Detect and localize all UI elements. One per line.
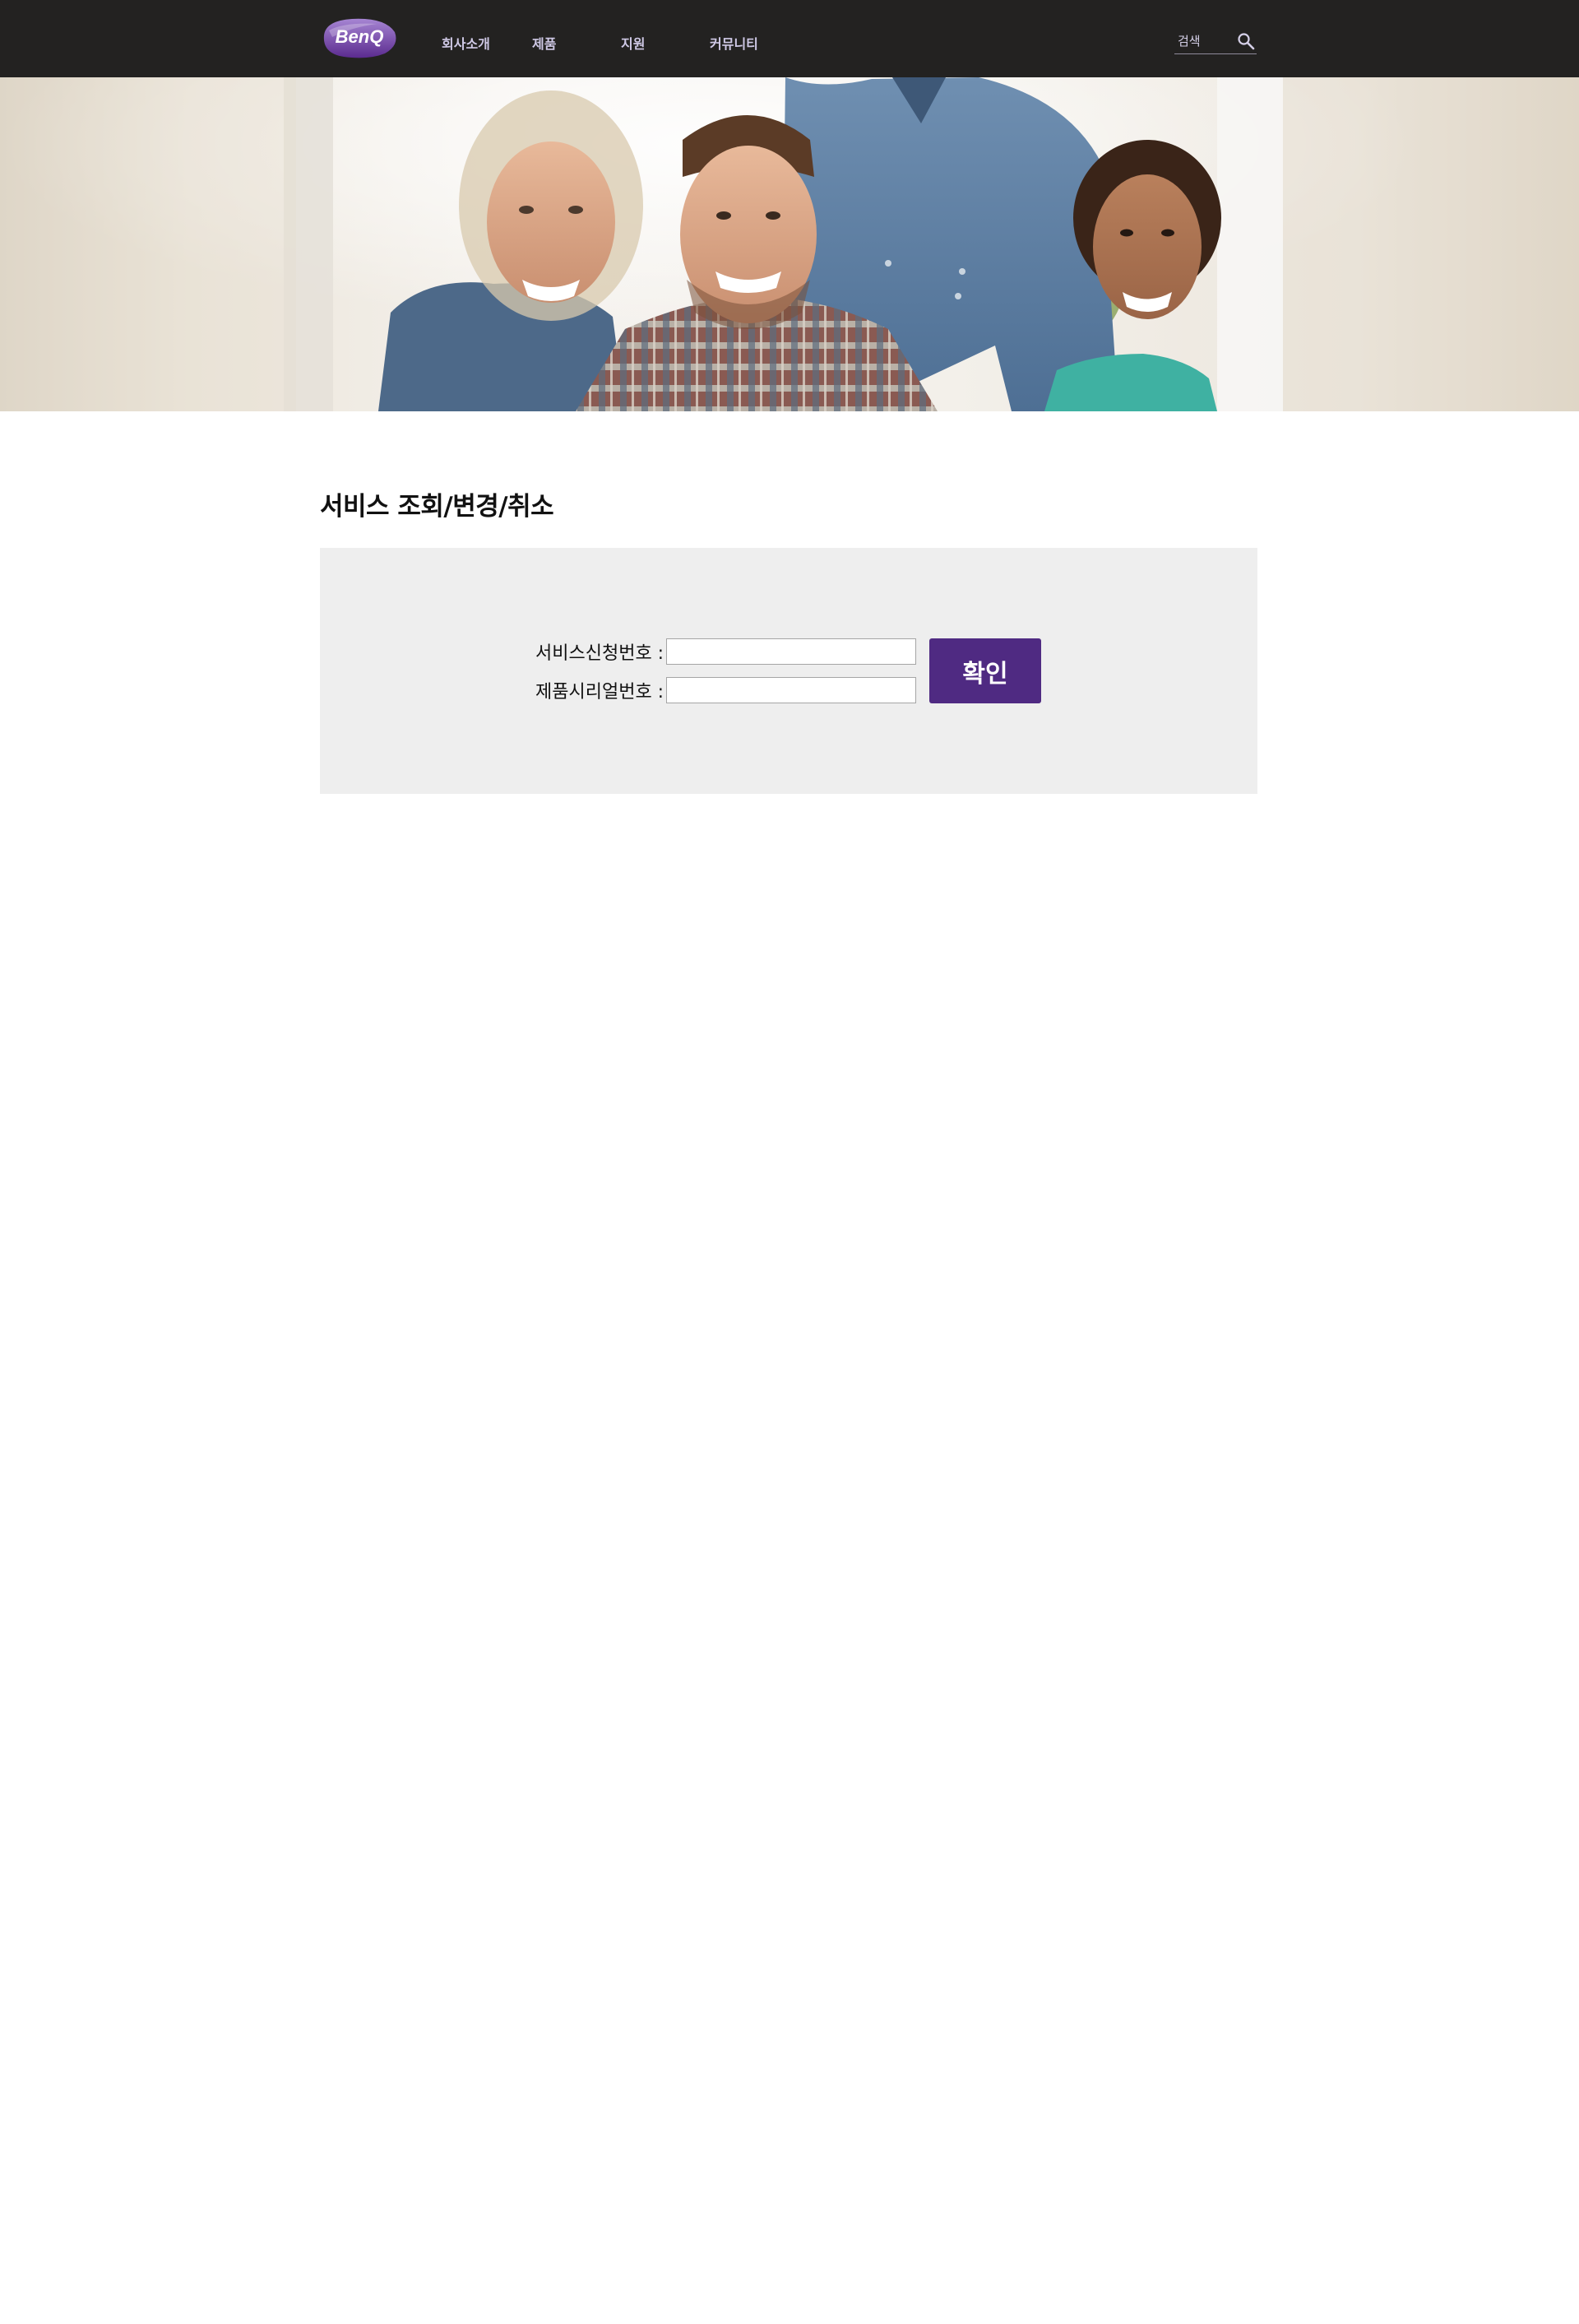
benq-logo-icon: BenQ xyxy=(323,18,396,58)
search-input[interactable] xyxy=(1178,33,1235,49)
nav-item-community[interactable]: 커뮤니티 xyxy=(710,33,758,53)
nav-item-support[interactable]: 지원 xyxy=(621,33,645,53)
nav-item-company[interactable]: 회사소개 xyxy=(442,33,490,53)
service-lookup-form: 서비스신청번호 : 제품시리얼번호 : 확인 xyxy=(320,548,1257,794)
page-title: 서비스 조회/변경/취소 xyxy=(320,492,554,522)
service-number-label: 서비스신청번호 : xyxy=(535,643,664,664)
search-icon[interactable] xyxy=(1237,32,1255,50)
service-number-input[interactable] xyxy=(666,638,916,665)
confirm-button[interactable]: 확인 xyxy=(929,638,1041,703)
top-nav-bar: BenQ 회사소개 제품 지원 커뮤니티 xyxy=(0,0,1579,77)
search-box xyxy=(1174,30,1257,54)
serial-number-input[interactable] xyxy=(666,677,916,703)
svg-text:BenQ: BenQ xyxy=(336,26,384,47)
serial-number-label: 제품시리얼번호 : xyxy=(535,682,664,703)
benq-logo[interactable]: BenQ xyxy=(319,16,400,60)
nav-item-products[interactable]: 제품 xyxy=(532,33,556,53)
